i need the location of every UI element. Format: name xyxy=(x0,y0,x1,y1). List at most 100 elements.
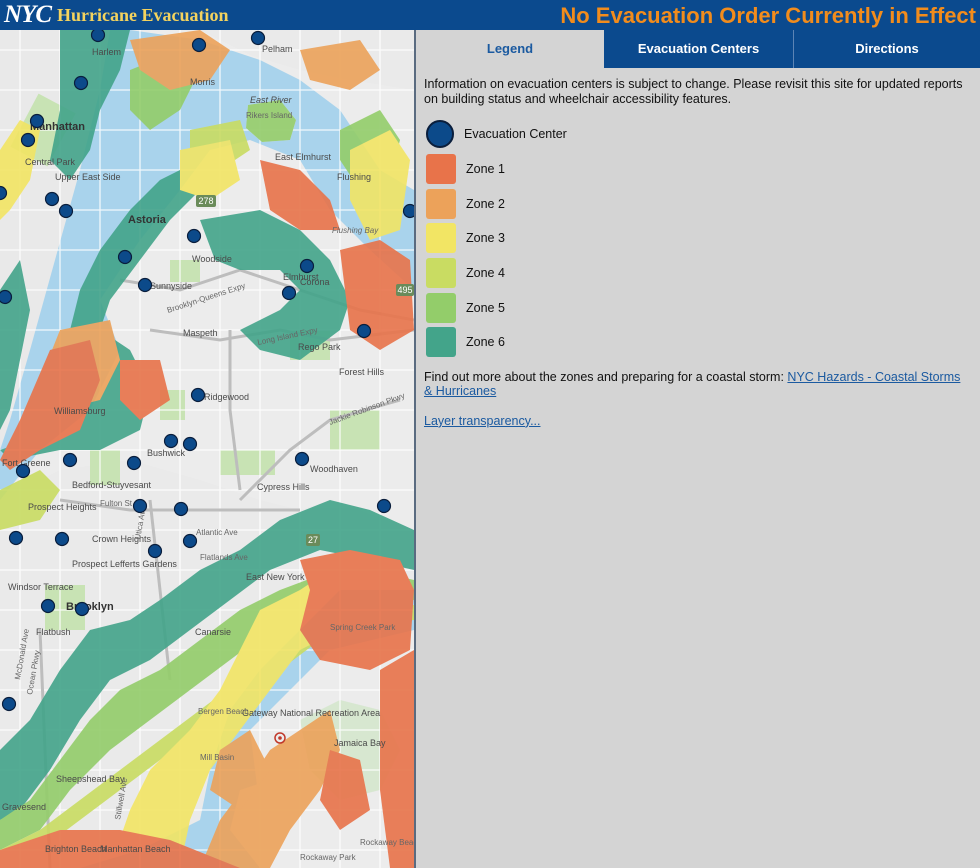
evacuation-center-marker[interactable] xyxy=(191,37,207,53)
evacuation-zone-map[interactable]: 278 495 27 Harlem Morris East River Rike… xyxy=(0,30,414,868)
evacuation-center-marker[interactable] xyxy=(8,530,24,546)
legend-label: Evacuation Center xyxy=(464,127,567,142)
evacuation-center-marker[interactable] xyxy=(73,75,89,91)
map-label: Corona xyxy=(300,277,330,287)
legend-item-zone-1: Zone 1 xyxy=(424,152,972,187)
evacuation-center-marker[interactable] xyxy=(182,436,198,452)
map-label: Brooklyn xyxy=(66,601,114,613)
map-label: Fulton St xyxy=(100,499,133,508)
evacuation-center-marker[interactable] xyxy=(147,543,163,559)
evacuation-center-marker[interactable] xyxy=(356,323,372,339)
map-label: Central Park xyxy=(25,157,76,167)
nyc-logo-text: NYC xyxy=(4,1,52,28)
evacuation-center-marker[interactable] xyxy=(54,531,70,547)
tab-directions[interactable]: Directions xyxy=(794,30,980,68)
legend-item-zone-4: Zone 4 xyxy=(424,256,972,291)
map-label: Pelham xyxy=(262,44,293,54)
map-label: Sunnyside xyxy=(150,281,192,291)
map-label: Windsor Terrace xyxy=(8,582,73,592)
evacuation-center-marker[interactable] xyxy=(74,601,90,617)
map-label: Gravesend xyxy=(2,802,46,812)
map-label: East Elmhurst xyxy=(275,152,332,162)
zone-1-swatch xyxy=(426,154,456,185)
map-label: Bergen Beach xyxy=(198,707,249,716)
legend-label: Zone 2 xyxy=(466,196,505,211)
evacuation-center-marker[interactable] xyxy=(44,191,60,207)
evacuation-center-marker[interactable] xyxy=(190,387,206,403)
evacuation-center-marker[interactable] xyxy=(294,451,310,467)
map-label: Prospect Lefferts Gardens xyxy=(72,559,177,569)
zone-6-swatch xyxy=(426,327,456,358)
evacuation-center-marker[interactable] xyxy=(40,598,56,614)
evacuation-center-symbol-icon xyxy=(426,120,454,149)
layer-transparency-link[interactable]: Layer transparency... xyxy=(424,414,972,428)
tab-evacuation-centers[interactable]: Evacuation Centers xyxy=(604,30,794,68)
evacuation-center-marker[interactable] xyxy=(376,498,392,514)
map-label: Rego Park xyxy=(298,342,341,352)
more-info: Find out more about the zones and prepar… xyxy=(424,370,972,398)
map-label: Woodhaven xyxy=(310,464,358,474)
map-label: Flatlands Ave xyxy=(200,553,248,562)
app-title: Hurricane Evacuation xyxy=(57,5,229,25)
evacuation-center-marker[interactable] xyxy=(58,203,74,219)
map-label: Astoria xyxy=(128,214,167,226)
map-label: Manhattan Beach xyxy=(100,844,171,854)
evacuation-center-marker[interactable] xyxy=(182,533,198,549)
legend-content: Information on evacuation centers is sub… xyxy=(424,77,972,428)
park-marker-dot-icon xyxy=(278,736,282,740)
evacuation-center-marker[interactable] xyxy=(90,30,106,43)
map-label: Ridgewood xyxy=(204,392,249,402)
evacuation-center-marker[interactable] xyxy=(1,696,17,712)
map-label: Cypress Hills xyxy=(257,482,310,492)
map-label: Spring Creek Park xyxy=(330,623,396,632)
legend-item-zone-6: Zone 6 xyxy=(424,325,972,360)
evacuation-center-marker[interactable] xyxy=(402,203,415,219)
legend-item-zone-5: Zone 5 xyxy=(424,290,972,325)
map-label: East River xyxy=(250,95,293,105)
evacuation-center-marker[interactable] xyxy=(281,285,297,301)
map-label: Flushing xyxy=(337,172,371,182)
map-label: Harlem xyxy=(92,47,121,57)
evacuation-center-marker[interactable] xyxy=(126,455,142,471)
legend-info-text: Information on evacuation centers is sub… xyxy=(424,77,963,106)
legend-item-evacuation-center: Evacuation Center xyxy=(424,117,972,152)
map-label: Woodside xyxy=(192,254,232,264)
map-label: Forest Hills xyxy=(339,367,385,377)
map-label: Flatbush xyxy=(36,627,71,637)
nyc-logo[interactable]: NYC Hurricane Evacuation xyxy=(4,2,229,28)
evacuation-center-marker[interactable] xyxy=(132,498,148,514)
evacuation-center-marker[interactable] xyxy=(173,501,189,517)
evacuation-center-marker[interactable] xyxy=(15,463,31,479)
evacuation-center-marker[interactable] xyxy=(250,30,266,46)
zone-3-swatch xyxy=(426,223,456,254)
evacuation-center-marker[interactable] xyxy=(299,258,315,274)
evacuation-center-marker[interactable] xyxy=(186,228,202,244)
map-canvas[interactable]: 278 495 27 Harlem Morris East River Rike… xyxy=(0,30,414,868)
route-27-label: 27 xyxy=(308,535,318,545)
legend-label: Zone 6 xyxy=(466,335,505,350)
evacuation-center-marker[interactable] xyxy=(62,452,78,468)
map-label: Gateway National Recreation Area xyxy=(242,708,380,718)
map-label: Upper East Side xyxy=(55,172,121,182)
evacuation-center-marker[interactable] xyxy=(117,249,133,265)
evacuation-center-marker[interactable] xyxy=(29,113,45,129)
map-label: Atlantic Ave xyxy=(196,528,238,537)
panel-tabs: Legend Evacuation Centers Directions xyxy=(416,30,980,68)
route-495-label: 495 xyxy=(397,285,412,295)
zone-2-swatch xyxy=(426,188,456,219)
legend-label: Zone 5 xyxy=(466,300,505,315)
evacuation-center-marker[interactable] xyxy=(137,277,153,293)
zone-5-swatch xyxy=(426,292,456,323)
evacuation-center-marker[interactable] xyxy=(20,132,36,148)
legend-label: Zone 3 xyxy=(466,231,505,246)
legend-label: Zone 1 xyxy=(466,162,505,177)
route-278-label: 278 xyxy=(198,196,213,206)
map-label: Brighton Beach xyxy=(45,844,107,854)
evacuation-center-marker[interactable] xyxy=(163,433,179,449)
map-label: Bedford-Stuyvesant xyxy=(72,480,152,490)
header-bar: NYC Hurricane Evacuation No Evacuation O… xyxy=(0,0,980,30)
map-label: Mill Basin xyxy=(200,753,234,762)
tab-legend[interactable]: Legend xyxy=(416,30,604,68)
zone-4-swatch xyxy=(426,258,456,289)
evacuation-center-marker[interactable] xyxy=(0,289,13,305)
